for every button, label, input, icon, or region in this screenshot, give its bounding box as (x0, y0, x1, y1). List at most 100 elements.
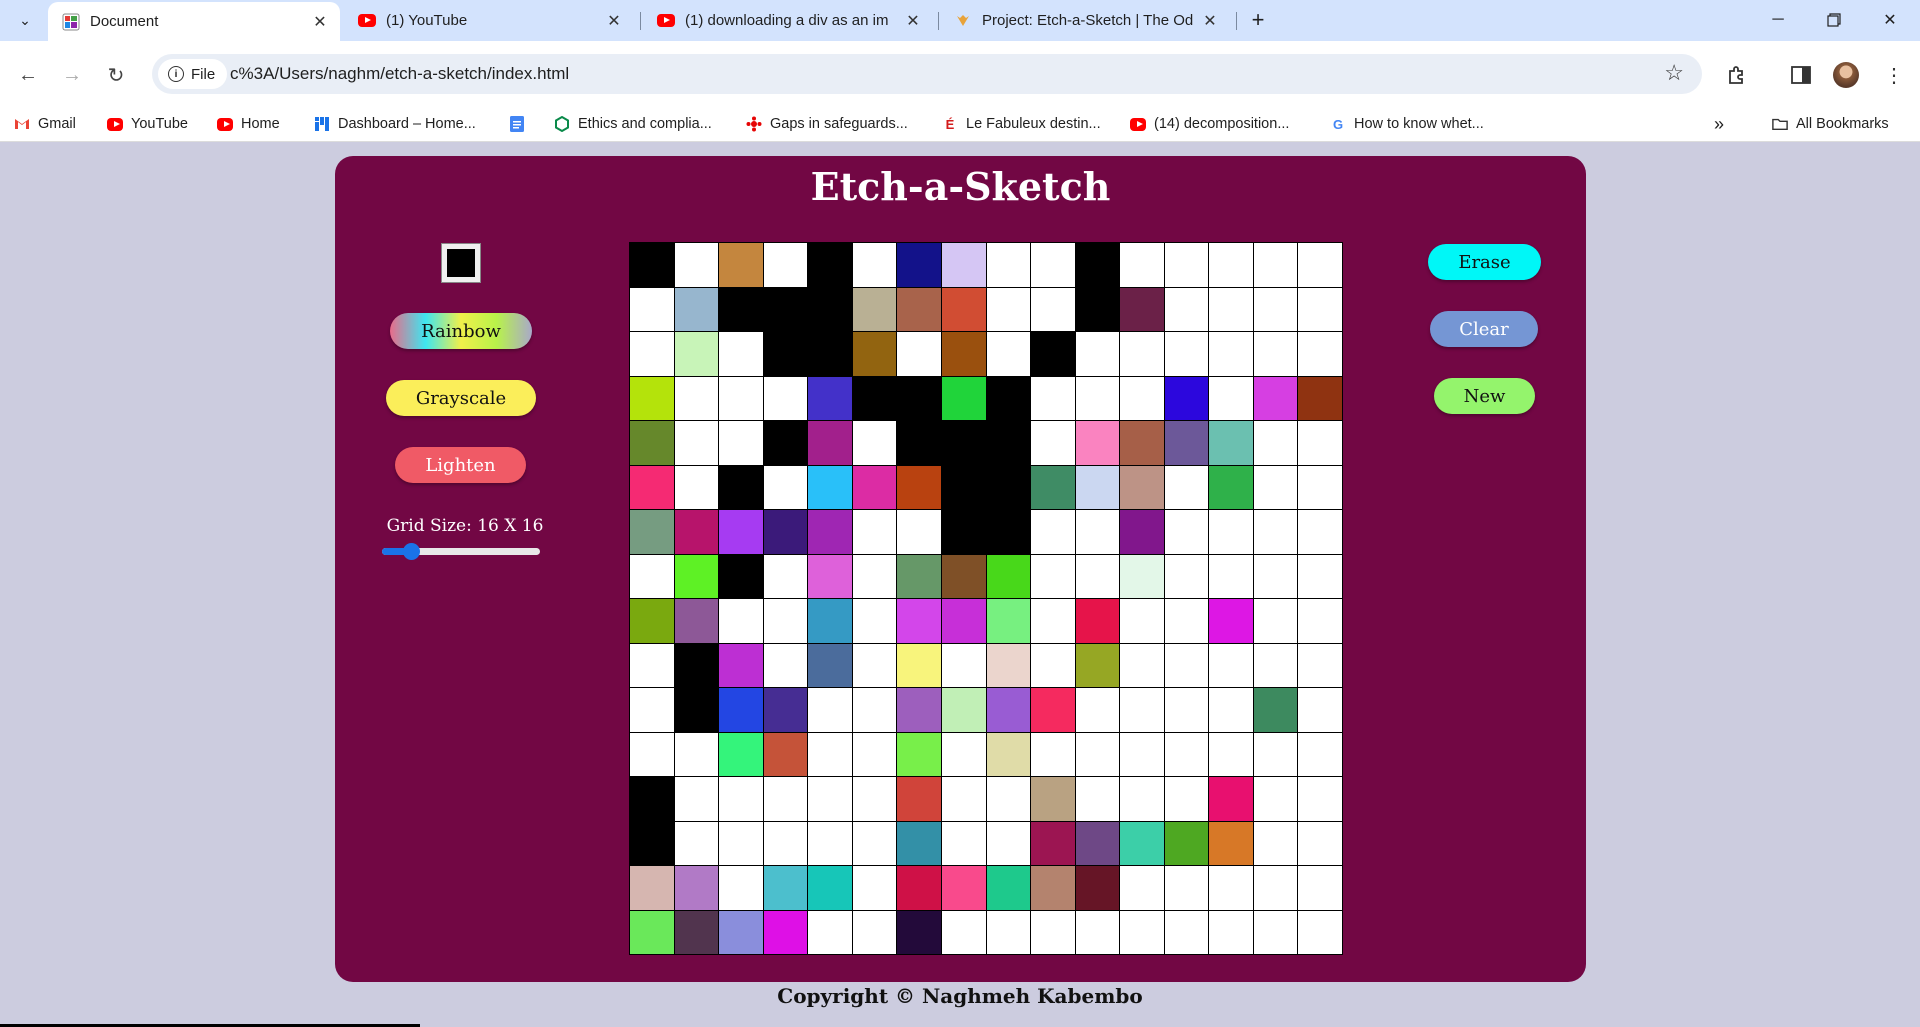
grid-cell[interactable] (986, 732, 1031, 776)
grid-cell[interactable] (808, 287, 852, 331)
grid-cell[interactable] (719, 777, 763, 821)
grid-cell[interactable] (1209, 910, 1253, 954)
bookmark-docs[interactable] (509, 113, 533, 135)
grid-cell[interactable] (674, 599, 719, 643)
grid-cell[interactable] (1075, 643, 1120, 687)
grid-cell[interactable] (674, 332, 719, 376)
grid-cell[interactable] (1120, 376, 1164, 420)
grid-cell[interactable] (763, 866, 808, 910)
grid-cell[interactable] (674, 510, 719, 554)
rainbow-button[interactable]: Rainbow (390, 313, 532, 349)
grid-cell[interactable] (1298, 243, 1342, 287)
grid-cell[interactable] (1209, 643, 1253, 687)
grid-cell[interactable] (1298, 821, 1342, 865)
grid-cell[interactable] (1075, 732, 1120, 776)
grid-cell[interactable] (852, 421, 897, 465)
grid-cell[interactable] (852, 732, 897, 776)
grid-cell[interactable] (808, 821, 852, 865)
slider-thumb[interactable] (403, 543, 421, 560)
grid-cell[interactable] (1209, 243, 1253, 287)
grid-cell[interactable] (674, 465, 719, 509)
grid-cell[interactable] (1075, 465, 1120, 509)
grid-cell[interactable] (763, 688, 808, 732)
grid-cell[interactable] (763, 643, 808, 687)
bookmark-fabuleux[interactable]: É Le Fabuleux destin... (942, 113, 1101, 135)
grid-cell[interactable] (1031, 910, 1075, 954)
grid-cell[interactable] (1209, 821, 1253, 865)
close-tab-icon[interactable]: ✕ (310, 12, 330, 32)
grid-cell[interactable] (763, 910, 808, 954)
grid-cell[interactable] (1075, 910, 1120, 954)
tab-downloading-div[interactable]: (1) downloading a div as an im ✕ (643, 0, 933, 41)
grid-cell[interactable] (1120, 332, 1164, 376)
grid-cell[interactable] (852, 376, 897, 420)
grid-cell[interactable] (1031, 599, 1075, 643)
close-window-icon[interactable]: ✕ (1862, 0, 1918, 40)
grid-cell[interactable] (719, 510, 763, 554)
grid-cell[interactable] (1164, 243, 1209, 287)
grid-cell[interactable] (1075, 376, 1120, 420)
grid-cell[interactable] (630, 332, 674, 376)
clear-button[interactable]: Clear (1430, 311, 1538, 347)
grid-cell[interactable] (719, 554, 763, 598)
site-info-chip[interactable]: i File (158, 59, 228, 89)
grid-cell[interactable] (1164, 821, 1209, 865)
grid-cell[interactable] (674, 643, 719, 687)
grid-cell[interactable] (630, 510, 674, 554)
extensions-puzzle-icon[interactable] (1718, 57, 1754, 93)
grid-cell[interactable] (1209, 866, 1253, 910)
grid-cell[interactable] (674, 554, 719, 598)
grid-cell[interactable] (897, 643, 941, 687)
grid-cell[interactable] (852, 243, 897, 287)
grid-cell[interactable] (986, 332, 1031, 376)
grid-cell[interactable] (630, 243, 674, 287)
grid-cell[interactable] (1209, 287, 1253, 331)
grid-cell[interactable] (1164, 910, 1209, 954)
grid-cell[interactable] (1209, 777, 1253, 821)
close-tab-icon[interactable]: ✕ (1200, 11, 1220, 31)
grid-cell[interactable] (1253, 243, 1298, 287)
grid-cell[interactable] (1031, 821, 1075, 865)
restore-icon[interactable] (1806, 0, 1862, 40)
grid-cell[interactable] (852, 599, 897, 643)
grid-cell[interactable] (674, 243, 719, 287)
bookmark-gmail[interactable]: Gmail (14, 113, 76, 135)
grid-cell[interactable] (897, 421, 941, 465)
profile-avatar[interactable] (1828, 57, 1864, 93)
grid-cell[interactable] (1253, 777, 1298, 821)
grid-cell[interactable] (1298, 910, 1342, 954)
grid-cell[interactable] (630, 732, 674, 776)
grid-cell[interactable] (941, 910, 986, 954)
grid-cell[interactable] (1298, 866, 1342, 910)
grid-cell[interactable] (941, 732, 986, 776)
bookmark-youtube[interactable]: YouTube (107, 113, 188, 135)
grid-cell[interactable] (808, 643, 852, 687)
grid-cell[interactable] (808, 243, 852, 287)
grid-cell[interactable] (1164, 777, 1209, 821)
grid-cell[interactable] (674, 910, 719, 954)
grid-cell[interactable] (1075, 599, 1120, 643)
grid-cell[interactable] (1209, 599, 1253, 643)
grid-cell[interactable] (1209, 510, 1253, 554)
grid-cell[interactable] (719, 421, 763, 465)
grid-cell[interactable] (1031, 465, 1075, 509)
grid-cell[interactable] (630, 643, 674, 687)
grid-cell[interactable] (941, 421, 986, 465)
grid-cell[interactable] (1075, 510, 1120, 554)
grid-cell[interactable] (852, 332, 897, 376)
grid-cell[interactable] (1075, 287, 1120, 331)
grid-cell[interactable] (1298, 599, 1342, 643)
grid-cell[interactable] (941, 688, 986, 732)
bookmark-ethics[interactable]: Ethics and complia... (554, 113, 712, 135)
grid-cell[interactable] (674, 376, 719, 420)
grid-cell[interactable] (986, 688, 1031, 732)
bookmark-google[interactable]: G How to know whet... (1330, 113, 1484, 135)
grid-cell[interactable] (1031, 510, 1075, 554)
grid-cell[interactable] (1253, 465, 1298, 509)
grid-cell[interactable] (1120, 554, 1164, 598)
grid-cell[interactable] (630, 821, 674, 865)
grid-cell[interactable] (1120, 243, 1164, 287)
all-bookmarks-button[interactable]: All Bookmarks (1772, 113, 1889, 135)
grid-cell[interactable] (852, 287, 897, 331)
grid-cell[interactable] (719, 910, 763, 954)
